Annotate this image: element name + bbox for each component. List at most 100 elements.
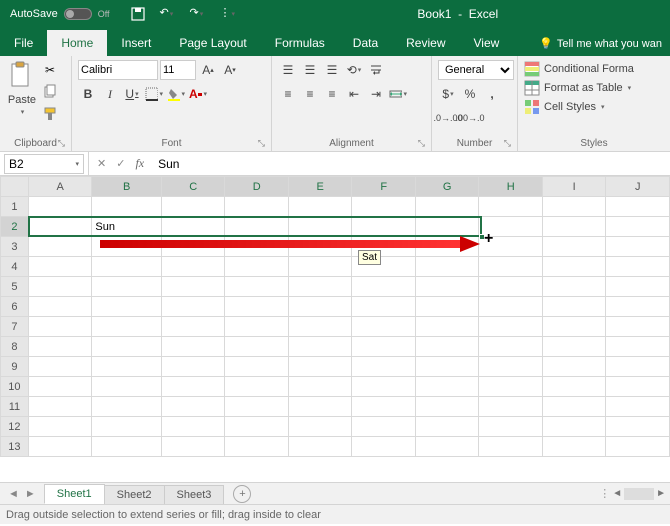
- cell-H5[interactable]: [479, 277, 543, 297]
- cell-H13[interactable]: [479, 437, 543, 457]
- tab-page-layout[interactable]: Page Layout: [165, 30, 260, 56]
- align-top-icon[interactable]: ☰: [278, 60, 298, 80]
- row-header-2[interactable]: 2: [1, 217, 29, 237]
- cell-B7[interactable]: [92, 317, 162, 337]
- cell-I13[interactable]: [542, 437, 605, 457]
- cell-I3[interactable]: [542, 237, 605, 257]
- cell-A1[interactable]: [28, 197, 92, 217]
- align-left-icon[interactable]: ≡: [278, 84, 298, 104]
- cell-G7[interactable]: [415, 317, 479, 337]
- cell-D11[interactable]: [225, 397, 289, 417]
- decrease-decimal-icon[interactable]: .00→.0: [460, 108, 480, 128]
- cell-G5[interactable]: [415, 277, 479, 297]
- cell-C8[interactable]: [161, 337, 225, 357]
- sheet-nav-next-icon[interactable]: ►: [25, 488, 36, 500]
- cell-E2[interactable]: [288, 217, 352, 237]
- cell-D9[interactable]: [225, 357, 289, 377]
- cell-J11[interactable]: [606, 397, 670, 417]
- font-name-input[interactable]: [78, 60, 158, 80]
- align-right-icon[interactable]: ≡: [322, 84, 342, 104]
- save-icon[interactable]: [130, 6, 146, 22]
- cell-G1[interactable]: [415, 197, 479, 217]
- cell-E5[interactable]: [288, 277, 352, 297]
- cell-D5[interactable]: [225, 277, 289, 297]
- cell-A9[interactable]: [28, 357, 92, 377]
- cell-I2[interactable]: [542, 217, 605, 237]
- font-color-button[interactable]: A▾: [188, 84, 208, 104]
- cell-B10[interactable]: [92, 377, 162, 397]
- row-header-12[interactable]: 12: [1, 417, 29, 437]
- cell-G2[interactable]: [415, 217, 479, 237]
- cell-B12[interactable]: [92, 417, 162, 437]
- customize-icon[interactable]: ⋮▾: [220, 6, 236, 22]
- copy-icon[interactable]: [42, 84, 58, 100]
- cell-F2[interactable]: [352, 217, 415, 237]
- cell-F6[interactable]: [352, 297, 415, 317]
- cell-J3[interactable]: [606, 237, 670, 257]
- cell-G8[interactable]: [415, 337, 479, 357]
- cell-D12[interactable]: [225, 417, 289, 437]
- wrap-text-icon[interactable]: [366, 60, 386, 80]
- cell-I10[interactable]: [542, 377, 605, 397]
- cell-H8[interactable]: [479, 337, 543, 357]
- conditional-formatting-button[interactable]: Conditional Forma: [524, 60, 664, 78]
- row-header-10[interactable]: 10: [1, 377, 29, 397]
- format-painter-icon[interactable]: [42, 106, 58, 122]
- cell-E7[interactable]: [288, 317, 352, 337]
- cell-F11[interactable]: [352, 397, 415, 417]
- cell-F5[interactable]: [352, 277, 415, 297]
- tell-me-search[interactable]: 💡 Tell me what you wan: [531, 31, 670, 56]
- cell-A12[interactable]: [28, 417, 92, 437]
- cell-D6[interactable]: [225, 297, 289, 317]
- cell-F8[interactable]: [352, 337, 415, 357]
- cell-G12[interactable]: [415, 417, 479, 437]
- tab-data[interactable]: Data: [339, 30, 392, 56]
- fx-icon[interactable]: fx: [135, 156, 144, 171]
- cell-C4[interactable]: [161, 257, 225, 277]
- increase-font-icon[interactable]: A▴: [198, 60, 218, 80]
- tab-file[interactable]: File: [0, 30, 47, 56]
- cell-H12[interactable]: [479, 417, 543, 437]
- col-header-J[interactable]: J: [606, 177, 670, 197]
- formula-input[interactable]: Sun: [152, 157, 670, 171]
- tab-formulas[interactable]: Formulas: [261, 30, 339, 56]
- row-header-13[interactable]: 13: [1, 437, 29, 457]
- cell-E13[interactable]: [288, 437, 352, 457]
- cell-A2[interactable]: [28, 217, 92, 237]
- cell-G6[interactable]: [415, 297, 479, 317]
- cell-C13[interactable]: [161, 437, 225, 457]
- cell-C7[interactable]: [161, 317, 225, 337]
- underline-button[interactable]: U▾: [122, 84, 142, 104]
- sheet-nav-prev-icon[interactable]: ◄: [8, 488, 19, 500]
- currency-icon[interactable]: $▾: [438, 84, 458, 104]
- enter-formula-icon[interactable]: ✓: [116, 157, 125, 170]
- col-header-E[interactable]: E: [288, 177, 352, 197]
- cell-C6[interactable]: [161, 297, 225, 317]
- cell-E8[interactable]: [288, 337, 352, 357]
- cell-C5[interactable]: [161, 277, 225, 297]
- col-header-I[interactable]: I: [542, 177, 605, 197]
- col-header-B[interactable]: B: [92, 177, 162, 197]
- cell-H11[interactable]: [479, 397, 543, 417]
- paste-button[interactable]: Paste ▾: [6, 60, 38, 136]
- cell-D7[interactable]: [225, 317, 289, 337]
- cell-E9[interactable]: [288, 357, 352, 377]
- number-format-select[interactable]: General: [438, 60, 514, 80]
- cell-G9[interactable]: [415, 357, 479, 377]
- cut-icon[interactable]: ✂: [42, 62, 58, 78]
- col-header-C[interactable]: C: [161, 177, 225, 197]
- cell-J12[interactable]: [606, 417, 670, 437]
- cell-C11[interactable]: [161, 397, 225, 417]
- percent-icon[interactable]: %: [460, 84, 480, 104]
- cell-G11[interactable]: [415, 397, 479, 417]
- cell-E12[interactable]: [288, 417, 352, 437]
- cell-I4[interactable]: [542, 257, 605, 277]
- cell-I8[interactable]: [542, 337, 605, 357]
- cell-I1[interactable]: [542, 197, 605, 217]
- cell-B4[interactable]: [92, 257, 162, 277]
- cell-F1[interactable]: [352, 197, 415, 217]
- cell-I5[interactable]: [542, 277, 605, 297]
- merge-center-icon[interactable]: ▾: [388, 84, 408, 104]
- col-header-D[interactable]: D: [225, 177, 289, 197]
- tab-home[interactable]: Home: [47, 30, 107, 56]
